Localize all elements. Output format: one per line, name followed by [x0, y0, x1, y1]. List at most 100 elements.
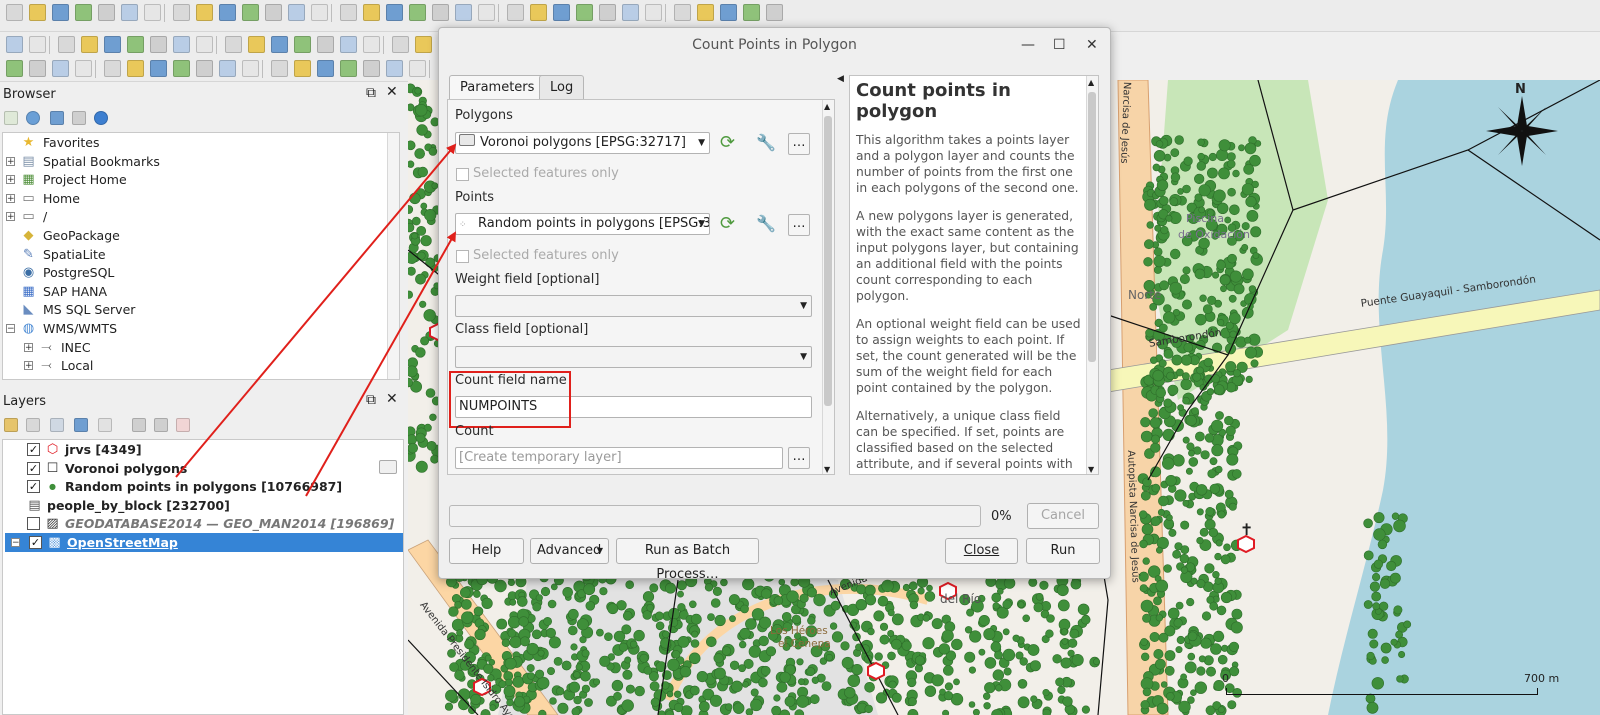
toolbar-button-icon[interactable] — [743, 4, 760, 21]
browser-item[interactable]: + ▤ Spatial Bookmarks — [3, 152, 383, 171]
toolbar-button-icon[interactable] — [294, 60, 311, 77]
toolbar-button-icon[interactable] — [219, 60, 236, 77]
iterate-icon[interactable]: ⟳ — [720, 134, 735, 152]
parameters-scrollbar[interactable]: ▲ ▼ — [822, 100, 834, 474]
run-button[interactable]: Run — [1026, 538, 1100, 564]
toolbar-button-icon[interactable] — [29, 36, 46, 53]
toolbar-button-icon[interactable] — [242, 4, 259, 21]
toolbar-button-icon[interactable] — [271, 60, 288, 77]
layer-visibility-checkbox[interactable] — [27, 517, 40, 531]
toolbar-button-icon[interactable] — [507, 4, 524, 21]
browser-item[interactable]: ▦ SAP HANA — [3, 282, 383, 301]
toolbar-button-icon[interactable] — [173, 4, 190, 21]
toolbar-button-icon[interactable] — [720, 4, 737, 21]
scroll-up-icon[interactable]: ▲ — [1088, 78, 1094, 87]
collapse-help-icon[interactable]: ◀ — [837, 74, 844, 84]
toolbar-button-icon[interactable] — [599, 4, 616, 21]
scroll-down-icon[interactable]: ▼ — [824, 465, 830, 474]
browser-item[interactable]: ◆ GeoPackage — [3, 226, 383, 245]
layer-visibility-checkbox[interactable]: ✓ — [29, 536, 42, 549]
toolbar-button-icon[interactable] — [455, 4, 472, 21]
toolbar-button-icon[interactable] — [104, 36, 121, 53]
toolbar-button-icon[interactable] — [127, 36, 144, 53]
info-icon[interactable] — [94, 111, 108, 125]
toolbar-button-icon[interactable] — [363, 36, 380, 53]
layer-item[interactable]: ✓ ☐ Voronoi polygons — [3, 459, 403, 478]
selected-only-checkbox-1[interactable] — [456, 168, 469, 181]
help-button[interactable]: Help — [449, 538, 524, 564]
layer-visibility-checkbox[interactable]: ✓ — [27, 480, 40, 494]
points-more-button[interactable]: … — [788, 214, 810, 236]
toolbar-button-icon[interactable] — [317, 36, 334, 53]
scroll-up-icon[interactable]: ▲ — [824, 102, 830, 111]
toolbar-button-icon[interactable] — [409, 60, 426, 77]
toolbar-button-icon[interactable] — [150, 36, 167, 53]
scroll-thumb[interactable] — [824, 116, 832, 406]
legend-filter-icon[interactable] — [379, 460, 397, 474]
layer-item[interactable]: ✓ ● Random points in polygons [10766987] — [3, 477, 403, 496]
browser-item[interactable]: + ▭ / — [3, 207, 383, 226]
toolbar-button-icon[interactable] — [104, 60, 121, 77]
toolbar-button-icon[interactable] — [317, 60, 334, 77]
toolbar-button-icon[interactable] — [432, 4, 449, 21]
maximize-icon[interactable]: ☐ — [1053, 28, 1066, 62]
selected-only-checkbox-2[interactable] — [456, 250, 469, 263]
add-group-icon[interactable] — [26, 418, 40, 432]
filter-icon[interactable] — [50, 111, 64, 125]
toolbar-button-icon[interactable] — [75, 4, 92, 21]
refresh-icon[interactable] — [26, 111, 40, 125]
toolbar-button-icon[interactable] — [766, 4, 783, 21]
browser-item[interactable]: + ▭ Home — [3, 189, 383, 208]
toolbar-button-icon[interactable] — [294, 36, 311, 53]
toolbar-button-icon[interactable] — [478, 4, 495, 21]
float-panel-icon[interactable]: ⧉ — [366, 86, 376, 100]
expand-all-icon[interactable] — [132, 418, 146, 432]
toolbar-button-icon[interactable] — [392, 36, 409, 53]
toolbar-button-icon[interactable] — [363, 60, 380, 77]
run-batch-button[interactable]: Run as Batch Process… — [616, 538, 759, 582]
toolbar-button-icon[interactable] — [75, 60, 92, 77]
weight-field-select[interactable]: ▼ — [455, 295, 812, 317]
scroll-down-icon[interactable]: ▼ — [1088, 465, 1094, 474]
toolbar-button-icon[interactable] — [219, 4, 236, 21]
toolbar-button-icon[interactable] — [697, 4, 714, 21]
iterate-icon[interactable]: ⟳ — [720, 215, 735, 233]
toolbar-button-icon[interactable] — [6, 4, 23, 21]
toolbar-button-icon[interactable] — [271, 36, 288, 53]
toolbar-button-icon[interactable] — [29, 4, 46, 21]
float-panel-icon[interactable]: ⧉ — [366, 393, 376, 407]
browser-scrollbar[interactable] — [387, 133, 399, 379]
toolbar-button-icon[interactable] — [58, 36, 75, 53]
toolbar-button-icon[interactable] — [144, 4, 161, 21]
collapse-all-icon[interactable] — [72, 111, 86, 125]
points-select[interactable]: ⁘ Random points in polygons [EPSG:327 ▼ — [455, 213, 710, 235]
polygons-select[interactable]: Voronoi polygons [EPSG:32717] ▼ — [455, 132, 710, 154]
cancel-button[interactable]: Cancel — [1027, 503, 1099, 529]
toolbar-button-icon[interactable] — [6, 36, 23, 53]
browser-item[interactable]: ◣ MS SQL Server — [3, 300, 383, 319]
toolbar-button-icon[interactable] — [265, 4, 282, 21]
browser-item[interactable]: + ⤙ INEC — [3, 338, 383, 357]
toolbar-button-icon[interactable] — [52, 4, 69, 21]
add-selected-icon[interactable] — [4, 111, 18, 125]
toolbar-button-icon[interactable] — [98, 4, 115, 21]
help-scrollbar[interactable]: ▲ ▼ — [1086, 76, 1098, 474]
browser-item[interactable]: + ⤙ Local — [3, 356, 383, 375]
toolbar-button-icon[interactable] — [127, 60, 144, 77]
toolbar-button-icon[interactable] — [52, 60, 69, 77]
expand-toggle-icon[interactable]: + — [24, 342, 33, 352]
toolbar-button-icon[interactable] — [6, 60, 23, 77]
eye-icon[interactable] — [50, 418, 64, 432]
expand-toggle-icon[interactable]: + — [6, 212, 15, 222]
expand-toggle-icon[interactable]: + — [6, 193, 15, 203]
layer-item[interactable]: ▨ GEODATABASE2014 — GEO_MAN2014 [196869] — [3, 514, 403, 533]
layer-item[interactable]: ✓ ⬡ jrvs [4349] — [3, 440, 403, 459]
collapse-all-icon[interactable] — [154, 418, 168, 432]
toolbar-button-icon[interactable] — [530, 4, 547, 21]
expand-toggle-icon[interactable]: − — [11, 538, 20, 548]
browser-item[interactable]: + ▦ Project Home — [3, 170, 383, 189]
toolbar-button-icon[interactable] — [674, 4, 691, 21]
close-icon[interactable]: ✕ — [1086, 28, 1098, 62]
close-panel-icon[interactable]: ✕ — [386, 392, 398, 406]
toolbar-button-icon[interactable] — [288, 4, 305, 21]
